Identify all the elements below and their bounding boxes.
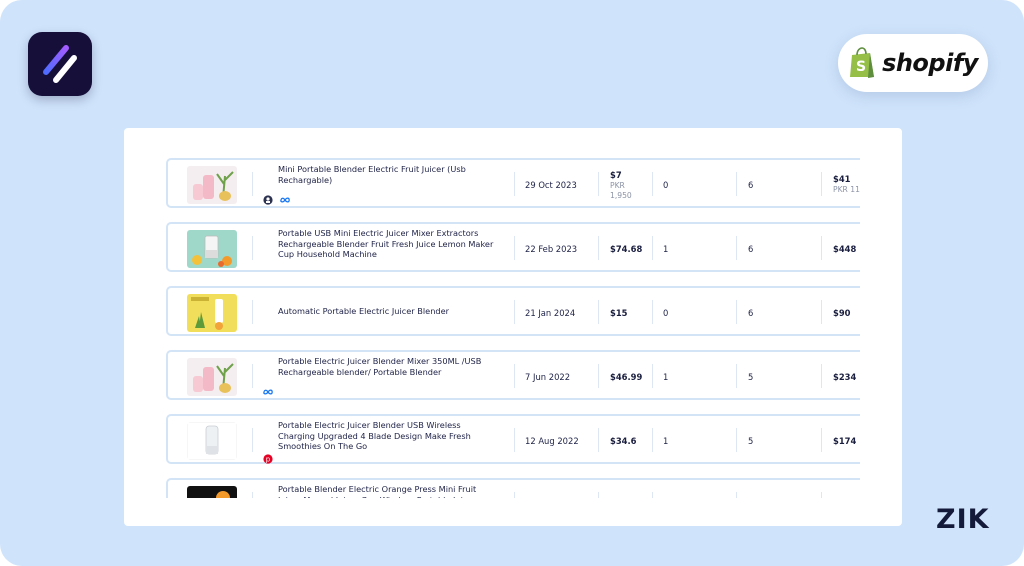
product-count-a: 0	[663, 308, 669, 318]
table-row[interactable]: Automatic Portable Electric Juicer Blend…	[166, 286, 860, 336]
product-date: 21 Jan 2024	[525, 308, 576, 318]
product-date: 12 Aug 2022	[525, 436, 579, 446]
product-thumbnail	[187, 422, 237, 460]
table-row[interactable]: Portable USB Mini Electric Juicer Mixer …	[166, 222, 860, 272]
product-thumbnail	[187, 294, 237, 332]
table-row[interactable]: Mini Portable Blender Electric Fruit Jui…	[166, 158, 860, 208]
app-logo	[28, 32, 92, 96]
product-revenue-local: PKR 11,4	[833, 185, 860, 194]
shopify-bag-icon: S	[850, 47, 875, 78]
product-count-a: 1	[663, 244, 669, 254]
product-price-local: PKR 1,950	[610, 181, 632, 200]
product-name[interactable]: Portable Blender Electric Orange Press M…	[278, 484, 500, 498]
product-count-b: 6	[748, 244, 754, 254]
product-revenue: $448	[833, 244, 857, 254]
product-count-b: 6	[748, 180, 754, 190]
product-count-b: 6	[748, 308, 754, 318]
product-revenue: $41	[833, 174, 851, 184]
product-revenue: $174	[833, 436, 857, 446]
product-date: 22 Feb 2023	[525, 244, 578, 254]
product-date: 7 Jun 2022	[525, 372, 571, 382]
table-row[interactable]: Portable Blender Electric Orange Press M…	[166, 478, 860, 498]
product-revenue: $234	[833, 372, 857, 382]
product-count-b: 5	[748, 436, 754, 446]
app-logo-stripes-icon	[43, 45, 77, 83]
product-name[interactable]: Portable USB Mini Electric Juicer Mixer …	[278, 228, 500, 260]
product-price: $15	[610, 308, 628, 318]
product-thumbnail	[187, 358, 237, 396]
product-thumbnail	[187, 486, 237, 498]
product-name[interactable]: Automatic Portable Electric Juicer Blend…	[278, 306, 500, 317]
product-price: $74.68	[610, 244, 643, 254]
product-date: 29 Oct 2023	[525, 180, 577, 190]
product-revenue: $90	[833, 308, 851, 318]
product-count-a: 0	[663, 180, 669, 190]
product-name[interactable]: Portable Electric Juicer Blender USB Wir…	[278, 420, 500, 452]
product-count-a: 1	[663, 436, 669, 446]
meta-icon	[280, 197, 290, 203]
product-price: $34.6	[610, 436, 637, 446]
shopify-wordmark: shopify	[882, 49, 978, 77]
product-count-b: 5	[748, 372, 754, 382]
product-thumbnail	[187, 230, 237, 268]
table-row[interactable]: p Portable Electric Juicer Blender USB W…	[166, 414, 860, 464]
svg-text:p: p	[266, 456, 271, 464]
product-table-panel: Mini Portable Blender Electric Fruit Jui…	[124, 128, 902, 526]
product-price: $46.99	[610, 372, 643, 382]
svg-text:S: S	[856, 59, 866, 75]
product-count-a: 1	[663, 372, 669, 382]
product-name[interactable]: Portable Electric Juicer Blender Mixer 3…	[278, 356, 500, 377]
product-list: Mini Portable Blender Electric Fruit Jui…	[166, 158, 860, 498]
product-name[interactable]: Mini Portable Blender Electric Fruit Jui…	[278, 164, 500, 185]
table-row[interactable]: Portable Electric Juicer Blender Mixer 3…	[166, 350, 860, 400]
product-price: $7	[610, 170, 622, 180]
meta-icon	[263, 389, 273, 395]
product-thumbnail	[187, 166, 237, 204]
ad-icon	[263, 195, 273, 205]
shopify-logo: S shopify	[838, 34, 988, 92]
pinterest-icon: p	[263, 454, 273, 464]
zik-logo: ZIK	[936, 504, 990, 535]
